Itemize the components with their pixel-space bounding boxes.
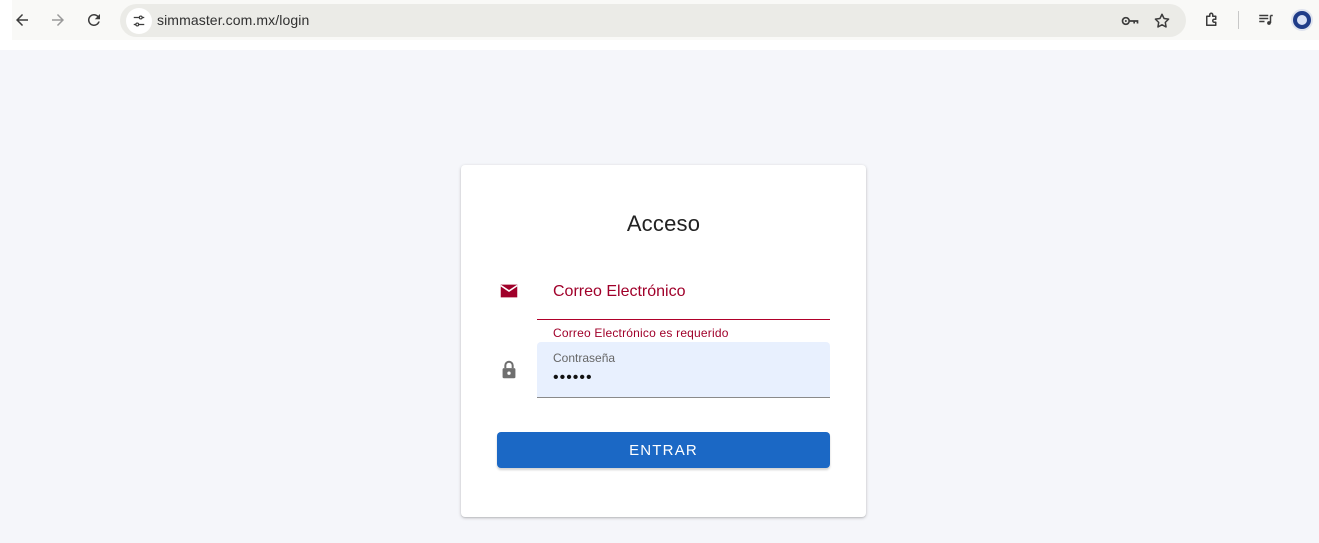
password-value: •••••• <box>553 369 593 386</box>
key-icon <box>1121 16 1139 26</box>
password-key-button[interactable] <box>1120 11 1140 31</box>
password-label: Contraseña <box>553 351 616 365</box>
address-bar[interactable]: simmaster.com.mx/login <box>120 4 1186 37</box>
reload-icon <box>87 13 100 26</box>
back-button[interactable] <box>10 8 34 32</box>
password-field[interactable]: Contraseña •••••• <box>537 342 830 398</box>
email-error-text: Correo Electrónico es requerido <box>553 326 729 340</box>
extensions-button[interactable] <box>1200 8 1224 32</box>
bookmark-button[interactable] <box>1152 11 1172 31</box>
arrow-right-icon <box>52 14 64 26</box>
tune-icon <box>133 15 145 27</box>
toolbar-separator <box>1238 11 1239 29</box>
site-info-button[interactable] <box>126 8 152 34</box>
media-controls-button[interactable] <box>1254 8 1278 32</box>
submit-button[interactable]: ENTRAR <box>497 432 830 468</box>
url-text[interactable]: simmaster.com.mx/login <box>157 12 309 28</box>
reload-button[interactable] <box>82 8 106 32</box>
puzzle-icon <box>1206 12 1217 26</box>
page-title: Acceso <box>626 211 701 236</box>
email-field[interactable]: Correo Electrónico <box>537 271 830 320</box>
login-card: Acceso Correo Electrónico Correo Electró… <box>461 165 866 517</box>
browser-toolbar: simmaster.com.mx/login <box>0 0 1319 50</box>
arrow-left-icon <box>16 14 28 26</box>
media-controls-icon <box>1259 14 1273 25</box>
star-icon <box>1154 13 1170 28</box>
forward-button[interactable] <box>46 8 70 32</box>
lock-icon <box>497 358 521 382</box>
profile-avatar[interactable] <box>1291 9 1313 31</box>
mail-icon <box>497 279 521 303</box>
email-placeholder: Correo Electrónico <box>553 283 686 300</box>
